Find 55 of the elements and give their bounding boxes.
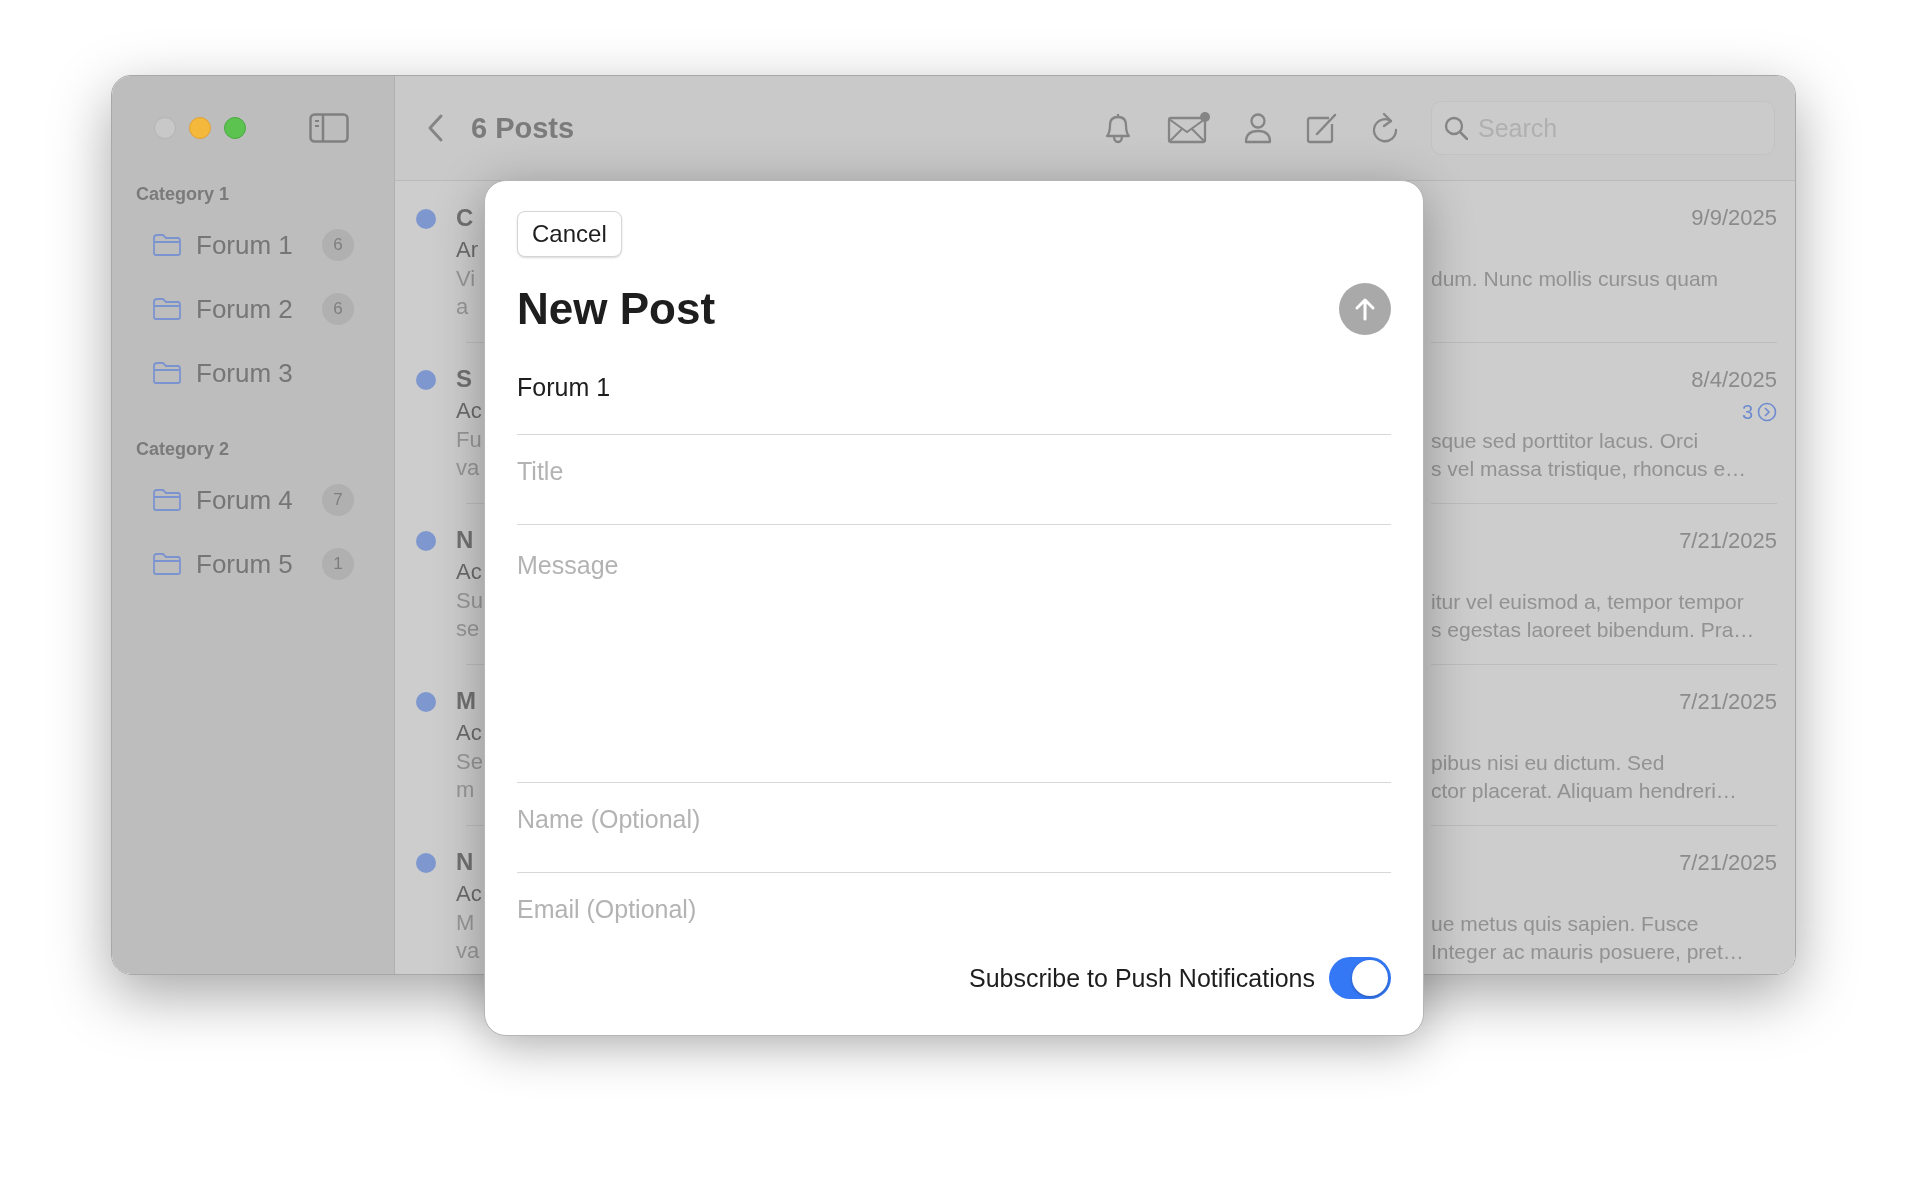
post-author: Ac bbox=[456, 558, 483, 586]
forum-link[interactable]: Forum 4 bbox=[196, 484, 308, 516]
folder-icon bbox=[152, 488, 182, 512]
sidebar-toggle-icon[interactable] bbox=[309, 113, 349, 143]
message-field[interactable]: Message bbox=[517, 551, 1391, 701]
sheet-title: New Post bbox=[517, 284, 716, 334]
forum-link[interactable]: Forum 2 bbox=[196, 293, 308, 325]
post-date: 7/21/2025 bbox=[1678, 849, 1777, 877]
section-header: Category 2 bbox=[135, 439, 231, 460]
folder-icon bbox=[152, 297, 182, 321]
post-date: 9/9/2025 bbox=[1690, 204, 1777, 232]
post-author: Ac bbox=[456, 397, 483, 425]
post-date: 8/4/2025 bbox=[1690, 366, 1777, 394]
forum-link[interactable]: Forum 3 bbox=[196, 357, 308, 389]
post-title: N bbox=[456, 525, 475, 555]
post-title: S bbox=[456, 364, 473, 394]
cancel-button[interactable]: Cancel bbox=[517, 211, 622, 257]
post-preview: ue metus quis sapien. Fusce bbox=[1431, 911, 1700, 937]
post-preview: ctor placerat. Aliquam hendreri… bbox=[1431, 778, 1738, 804]
folder-icon bbox=[152, 233, 182, 257]
post-title: M bbox=[456, 686, 477, 716]
post-date: 7/21/2025 bbox=[1678, 527, 1777, 555]
text-field[interactable]: Name (Optional) bbox=[517, 805, 1391, 834]
compose-icon[interactable] bbox=[1305, 112, 1337, 144]
window-control[interactable] bbox=[189, 117, 211, 139]
post-preview: itur vel euismod a, tempor tempor bbox=[1431, 589, 1745, 615]
text-field[interactable]: Email (Optional) bbox=[517, 895, 1391, 924]
post-title: N bbox=[456, 847, 475, 877]
post-title: C bbox=[456, 203, 475, 233]
forum-link[interactable]: Forum 1 bbox=[196, 229, 308, 261]
post-preview: Integer ac mauris posuere, pret… bbox=[1431, 939, 1745, 965]
mail-icon[interactable] bbox=[1167, 112, 1211, 144]
folder-icon bbox=[152, 361, 182, 385]
search-icon bbox=[1444, 116, 1468, 140]
post-author: Ar bbox=[456, 236, 479, 264]
send-button[interactable] bbox=[1339, 283, 1391, 335]
person-icon[interactable] bbox=[1243, 112, 1273, 144]
folder-icon bbox=[152, 552, 182, 576]
post-author: Ac bbox=[456, 719, 483, 747]
chevron-circle-icon bbox=[1757, 402, 1777, 422]
toggle-label: Subscribe to Push Notifications bbox=[969, 963, 1315, 993]
post-preview: dum. Nunc mollis cursus quam bbox=[1431, 266, 1720, 292]
post-preview: sque sed porttitor lacus. Orci bbox=[1431, 428, 1700, 454]
forum-link[interactable]: Forum 5 bbox=[196, 548, 308, 580]
window-control[interactable] bbox=[224, 117, 246, 139]
up-arrow-icon bbox=[1353, 296, 1377, 322]
reply-count: 3 bbox=[1741, 400, 1753, 424]
section-header: Category 1 bbox=[135, 184, 231, 205]
post-date: 7/21/2025 bbox=[1678, 688, 1777, 716]
post-preview: pibus nisi eu dictum. Sed bbox=[1431, 750, 1666, 776]
forum-name: Forum 1 bbox=[517, 339, 1391, 435]
text-field[interactable]: Title bbox=[517, 457, 1391, 486]
toolbar-title: 6 Posts bbox=[471, 111, 575, 145]
toggle-switch[interactable] bbox=[1329, 957, 1391, 999]
post-author: Ac bbox=[456, 880, 483, 908]
